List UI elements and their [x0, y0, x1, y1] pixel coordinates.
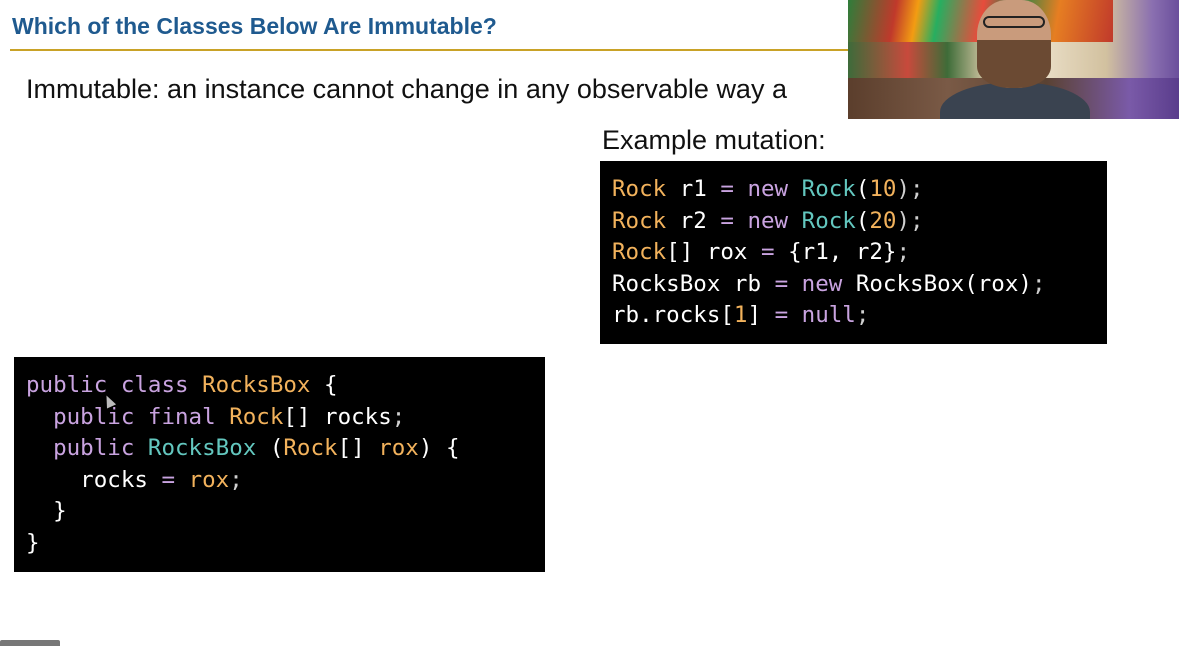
code-token: ); [896, 176, 924, 202]
code-token: r1 [666, 176, 721, 202]
code-line: public final Rock[] rocks; [26, 402, 545, 434]
code-token: r2 [666, 207, 721, 234]
code-token: ) { [418, 435, 460, 461]
code-token: ; [1031, 270, 1046, 297]
code-token: Rock [612, 239, 667, 265]
code-line: RocksBox rb = new RocksBox(rox); [612, 269, 1107, 301]
code-token: = [720, 176, 734, 202]
code-token: } [26, 498, 67, 524]
code-token: public [53, 435, 135, 461]
code-line: rocks = rox; [26, 465, 545, 497]
code-token: new [747, 207, 789, 234]
code-line: Rock r1 = new Rock(10); [612, 174, 1107, 206]
code-token: 1 [733, 302, 748, 328]
code-token: RocksBox [202, 372, 311, 398]
code-token: public [26, 372, 108, 398]
code-token: class [120, 372, 189, 398]
immutable-definition: Immutable: an instance cannot change in … [26, 74, 787, 104]
rocksbox-class-code-block: public class RocksBox { public final Roc… [14, 357, 545, 572]
code-token: [] [337, 435, 379, 461]
code-token: Rock [283, 435, 338, 461]
code-token: [] rox [666, 239, 762, 265]
code-token: ; [391, 403, 406, 430]
code-token: = [720, 207, 734, 234]
code-token: final [147, 403, 216, 430]
slide-footer-indicator [0, 640, 60, 646]
code-token: new [747, 176, 789, 202]
code-token: ; [896, 239, 911, 265]
code-token: Rock [229, 403, 284, 430]
code-token: ; [855, 302, 870, 328]
code-token: ( [256, 435, 284, 461]
code-token: = [774, 270, 789, 297]
code-token: rocks [26, 466, 162, 493]
code-token: Rock [801, 176, 856, 202]
code-token: ( [855, 176, 870, 202]
code-token: } [26, 529, 40, 556]
code-token: Rock [612, 176, 667, 202]
code-token: = [761, 239, 775, 265]
code-token: ] [747, 302, 775, 328]
mutation-code-block: Rock r1 = new Rock(10); Rock r2 = new Roc… [600, 161, 1107, 344]
code-token: rox [188, 466, 230, 493]
code-token: [] rocks [283, 403, 392, 430]
code-token: = [161, 466, 176, 493]
example-mutation-heading: Example mutation: [602, 125, 826, 155]
code-token: ( [855, 207, 870, 234]
code-token: Rock [801, 207, 856, 234]
code-token: 20 [869, 207, 897, 234]
code-line: public RocksBox (Rock[] rox) { [26, 433, 545, 465]
code-token: 10 [869, 176, 897, 202]
code-token: RocksBox rb [612, 270, 775, 297]
code-token: = [774, 302, 789, 328]
code-token: ; [229, 466, 243, 493]
code-token: ); [896, 207, 924, 234]
code-token: rb.rocks[ [612, 302, 734, 328]
code-token: Rock [612, 207, 667, 234]
code-token: new [801, 270, 843, 297]
code-line: Rock[] rox = {r1, r2}; [612, 237, 1107, 269]
code-token: { [310, 372, 338, 398]
code-line: } [26, 528, 545, 560]
glasses-icon [983, 16, 1045, 28]
code-token: RocksBox [147, 435, 257, 461]
presenter-beard [977, 40, 1051, 88]
code-token: RocksBox(rox) [842, 270, 1032, 297]
code-line: } [26, 496, 545, 528]
presenter-webcam [848, 0, 1179, 119]
code-token: {r1, r2} [774, 239, 897, 265]
slide-title: Which of the Classes Below Are Immutable… [12, 13, 497, 39]
code-token: rox [378, 435, 419, 461]
code-line: rb.rocks[1] = null; [612, 300, 1107, 332]
code-line: Rock r2 = new Rock(20); [612, 206, 1107, 238]
code-token: null [801, 302, 856, 328]
code-token: public [53, 403, 135, 430]
title-divider [10, 49, 852, 51]
